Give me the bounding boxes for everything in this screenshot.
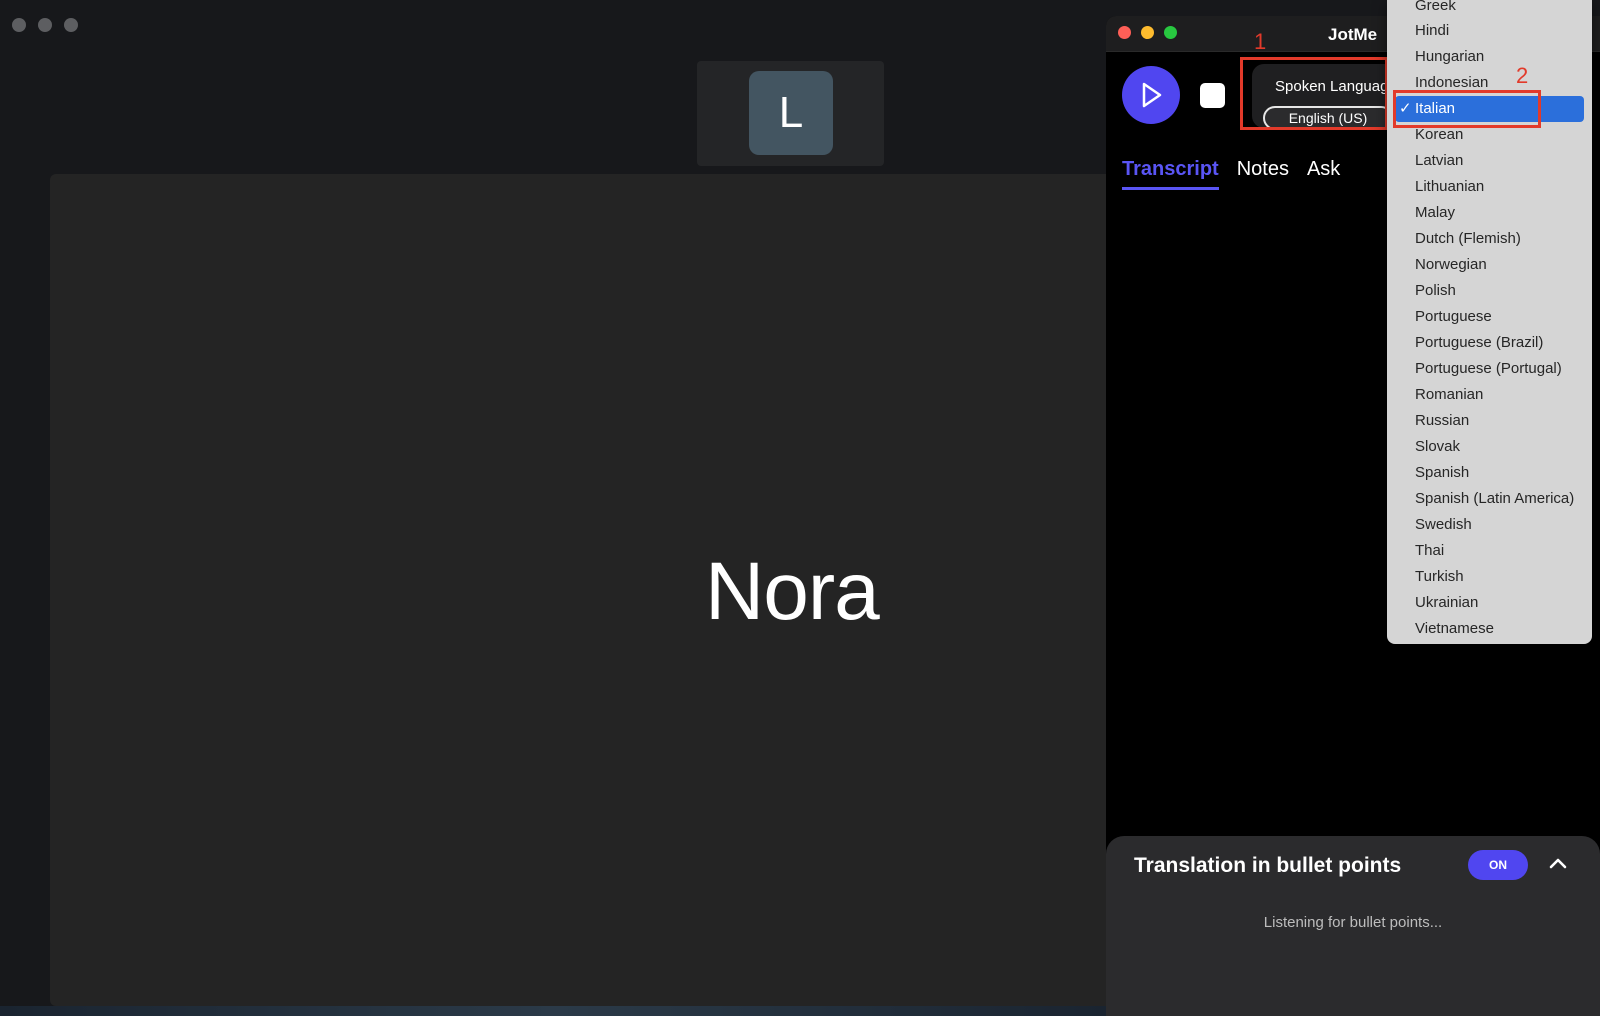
tab-bar: Transcript Notes Ask xyxy=(1122,158,1340,190)
menu-item-portuguese[interactable]: Portuguese xyxy=(1415,306,1492,328)
bullet-panel-status: Listening for bullet points... xyxy=(1263,914,1443,931)
menu-item-vietnamese[interactable]: Vietnamese xyxy=(1415,618,1494,640)
menu-item-spanish-latin-america[interactable]: Spanish (Latin America) xyxy=(1415,488,1574,510)
annotation-box-2 xyxy=(1393,90,1541,128)
close-window-button[interactable] xyxy=(12,18,26,32)
meeting-window: L Nora xyxy=(0,0,1110,1016)
bullet-points-panel: Translation in bullet points ON Listenin… xyxy=(1106,836,1600,1016)
zoom-window-button[interactable] xyxy=(1164,26,1177,39)
menu-item-malay[interactable]: Malay xyxy=(1415,202,1455,224)
menu-item-thai[interactable]: Thai xyxy=(1415,540,1444,562)
menu-item-spanish[interactable]: Spanish xyxy=(1415,462,1469,484)
menu-item-portuguese-brazil[interactable]: Portuguese (Brazil) xyxy=(1415,332,1543,354)
stop-button[interactable] xyxy=(1200,83,1225,108)
menu-item-lithuanian[interactable]: Lithuanian xyxy=(1415,176,1484,198)
bullet-points-toggle[interactable]: ON xyxy=(1468,850,1528,880)
annotation-number-1: 1 xyxy=(1254,29,1267,54)
menu-item-hungarian[interactable]: Hungarian xyxy=(1415,46,1484,68)
zoom-window-button[interactable] xyxy=(64,18,78,32)
menu-item-ukrainian[interactable]: Ukrainian xyxy=(1415,592,1478,614)
minimize-window-button[interactable] xyxy=(1141,26,1154,39)
tab-ask[interactable]: Ask xyxy=(1307,158,1340,190)
tab-notes[interactable]: Notes xyxy=(1237,158,1289,190)
annotation-box-1 xyxy=(1240,57,1388,130)
menu-item-hindi[interactable]: Hindi xyxy=(1415,20,1449,42)
avatar: L xyxy=(749,71,833,155)
desktop-strip xyxy=(0,1006,1110,1016)
window-controls xyxy=(1118,26,1177,39)
bullet-panel-title: Translation in bullet points xyxy=(1134,854,1402,877)
close-window-button[interactable] xyxy=(1118,26,1131,39)
menu-item-polish[interactable]: Polish xyxy=(1415,280,1456,302)
minimize-window-button[interactable] xyxy=(38,18,52,32)
menu-item-russian[interactable]: Russian xyxy=(1415,410,1469,432)
menu-item-romanian[interactable]: Romanian xyxy=(1415,384,1483,406)
start-button[interactable] xyxy=(1122,66,1180,124)
participant-tile[interactable]: L xyxy=(697,61,884,166)
menu-item-portuguese-portugal[interactable]: Portuguese (Portugal) xyxy=(1415,358,1562,380)
app-title: JotMe xyxy=(1328,25,1378,44)
menu-item-turkish[interactable]: Turkish xyxy=(1415,566,1464,588)
annotation-number-2: 2 xyxy=(1516,63,1529,88)
tab-transcript[interactable]: Transcript xyxy=(1122,158,1219,190)
menu-item-latvian[interactable]: Latvian xyxy=(1415,150,1463,172)
chevron-up-icon[interactable] xyxy=(1546,852,1570,876)
menu-item-slovak[interactable]: Slovak xyxy=(1415,436,1460,458)
speaker-name: Nora xyxy=(705,546,880,637)
menu-item-swedish[interactable]: Swedish xyxy=(1415,514,1472,536)
menu-item-dutch-flemish[interactable]: Dutch (Flemish) xyxy=(1415,228,1521,250)
menu-item-greek[interactable]: Greek xyxy=(1415,0,1456,17)
menu-item-norwegian[interactable]: Norwegian xyxy=(1415,254,1487,276)
window-controls-inactive xyxy=(12,18,78,32)
play-icon xyxy=(1142,82,1162,108)
